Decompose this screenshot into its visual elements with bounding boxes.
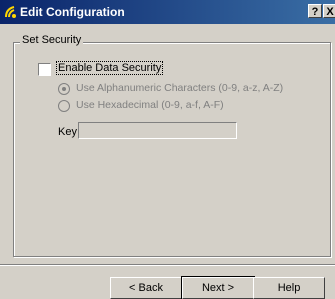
window-title: Edit Configuration [20, 5, 125, 19]
group-title: Set Security [20, 34, 84, 46]
button-separator [0, 264, 335, 266]
alphanumeric-radio[interactable] [58, 83, 70, 95]
next-button[interactable]: Next > [181, 276, 255, 299]
help-title-button[interactable]: ? [308, 4, 322, 18]
alphanumeric-radio-label: Use Alphanumeric Characters (0-9, a-z, A… [76, 82, 284, 94]
enable-security-label[interactable]: Enable Data Security [56, 61, 164, 75]
title-bar: Edit Configuration ? X [0, 0, 335, 24]
hexadecimal-radio[interactable] [58, 100, 70, 112]
config-icon [5, 6, 16, 18]
key-input[interactable] [78, 122, 237, 139]
hexadecimal-radio-label: Use Hexadecimal (0-9, a-f, A-F) [76, 99, 224, 111]
back-button[interactable]: < Back [110, 277, 182, 299]
close-button[interactable]: X [323, 4, 335, 18]
key-label: Key [58, 126, 77, 138]
help-button[interactable]: Help [253, 277, 325, 299]
enable-security-checkbox[interactable] [38, 63, 51, 76]
